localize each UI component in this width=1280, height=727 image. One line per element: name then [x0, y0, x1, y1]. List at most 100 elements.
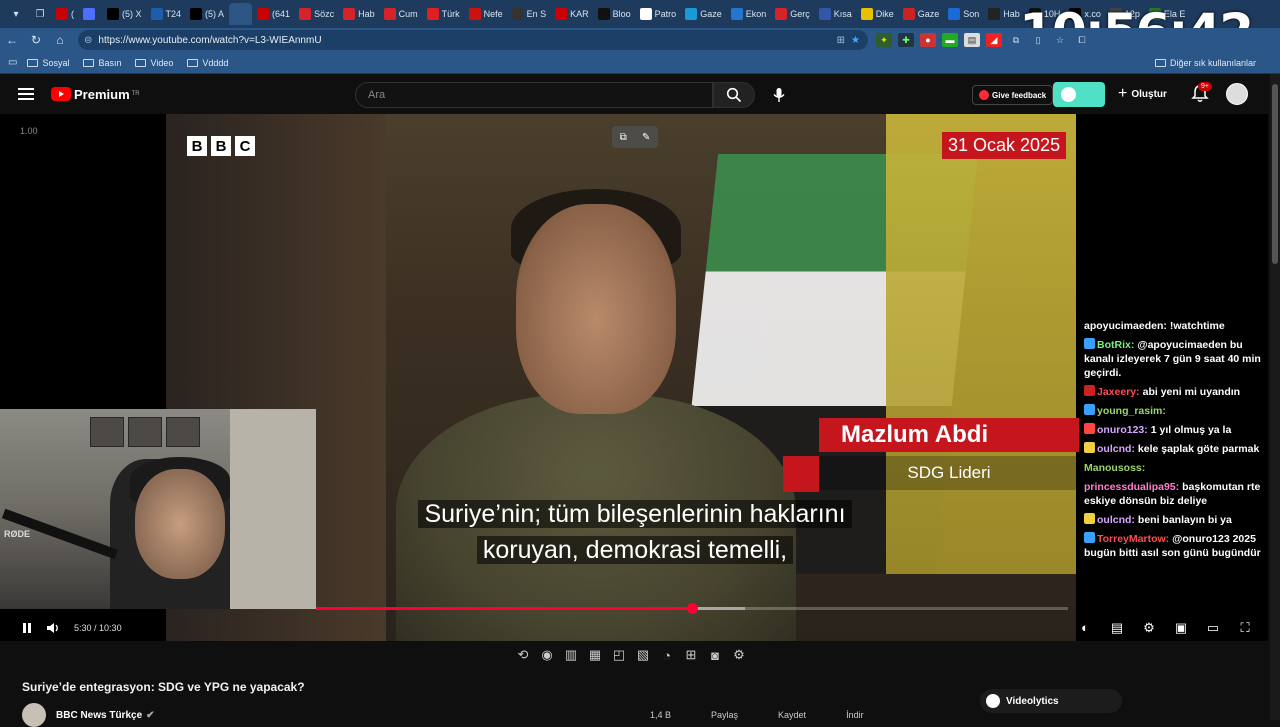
videolytics-button[interactable]: Videolytics [980, 689, 1122, 713]
avatar[interactable] [1226, 83, 1248, 105]
scrollbar-thumb[interactable] [1272, 84, 1278, 264]
like-button[interactable]: 1,4 B [650, 710, 671, 720]
theater-mode-icon[interactable]: ▭ [1200, 617, 1226, 639]
browser-tab[interactable]: Patro [636, 3, 681, 25]
miniplayer-icon[interactable]: ▣ [1168, 617, 1194, 639]
bookmark-folder[interactable]: Video [135, 58, 173, 68]
chat-username[interactable]: onuro123: [1097, 424, 1148, 436]
progress-bar[interactable] [316, 603, 1068, 614]
create-button[interactable]: + Oluştur [1118, 85, 1167, 103]
chat-username[interactable]: oulcnd: [1097, 514, 1135, 526]
collections-icon[interactable]: ⧠ [1074, 33, 1090, 47]
browser-tab[interactable]: Nefe [465, 3, 507, 25]
cinema-icon[interactable]: ▥ [563, 646, 579, 664]
give-feedback-button[interactable]: Give feedback [972, 85, 1054, 105]
other-bookmarks[interactable]: Diğer sık kullanılanlar [1154, 58, 1256, 68]
browser-tab[interactable]: Kısa [815, 3, 856, 25]
download-button[interactable]: İndir [846, 710, 864, 720]
scrubber-handle[interactable] [687, 603, 698, 614]
edit-icon[interactable]: ✎ [642, 132, 650, 143]
extension-icon[interactable]: ● [920, 33, 936, 47]
frame-icon[interactable]: ▦ [587, 646, 603, 664]
plus-box-icon[interactable]: ⊞ [683, 646, 699, 664]
browser-tab[interactable]: Hab [339, 3, 379, 25]
browser-tab[interactable]: Gerç [771, 3, 814, 25]
chat-username[interactable]: BotRix: [1097, 339, 1134, 351]
chat-username[interactable]: young_rasim: [1097, 405, 1166, 417]
settings-gear-icon[interactable]: ⚙ [1136, 617, 1162, 639]
chat-username[interactable]: Jaxeery: [1097, 386, 1140, 398]
chat-username[interactable]: TorreyMartow: [1097, 533, 1169, 545]
bookmark-folder[interactable]: Vdddd [187, 58, 228, 68]
picture-in-picture-icon[interactable]: ⧉ [620, 132, 627, 143]
browser-tab[interactable]: ( [52, 3, 78, 25]
loop-icon[interactable]: ⟲ [515, 646, 531, 664]
aspect-icon[interactable]: ▧ [635, 646, 651, 664]
browser-tab[interactable]: En S [508, 3, 551, 25]
browser-tab[interactable] [229, 3, 253, 25]
browser-tab[interactable]: Son [944, 3, 983, 25]
extension-icon[interactable]: ▬ [942, 33, 958, 47]
bookmark-folder[interactable]: Basın [83, 58, 121, 68]
workspaces-icon[interactable]: ❐ [31, 5, 49, 23]
favorites-icon[interactable]: ☆ [1052, 33, 1068, 47]
share-button[interactable]: Paylaş [711, 710, 738, 720]
home-icon[interactable]: ⌂ [48, 29, 72, 51]
captions-button[interactable]: ▤ [1104, 617, 1130, 639]
browser-tab[interactable]: Bloo [594, 3, 635, 25]
browser-tab[interactable]: Gaze [899, 3, 944, 25]
youtube-logo[interactable]: Premium TR [51, 87, 140, 102]
autoplay-toggle[interactable]: ◐ [1072, 617, 1098, 639]
chat-username[interactable]: apoyucimaeden: [1084, 320, 1167, 332]
search-button[interactable] [713, 82, 755, 108]
gear-icon[interactable]: ⚙ [731, 646, 747, 664]
split-screen-icon[interactable]: ▯ [1030, 33, 1046, 47]
browser-tab[interactable]: Ekon [727, 3, 771, 25]
bookmark-folder[interactable]: Sosyal [27, 58, 69, 68]
extension-icon[interactable]: ✚ [898, 33, 914, 47]
video-player[interactable]: 1.00 B B C 31 Ocak 2025 ⧉ ✎ Mazlum Abdi … [0, 114, 1268, 641]
back-icon[interactable]: ← [0, 29, 24, 51]
browser-tab[interactable]: Dike [857, 3, 898, 25]
extension-toggle[interactable] [1053, 82, 1105, 107]
browser-tab[interactable] [79, 3, 102, 25]
chat-username[interactable]: Manousoss: [1084, 462, 1145, 474]
chat-username[interactable]: princessdualipa95: [1084, 481, 1179, 493]
bookmark-star-icon[interactable]: ★ [851, 35, 860, 46]
search-input[interactable]: Ara [355, 82, 713, 108]
pause-button[interactable] [14, 617, 40, 639]
browser-tab[interactable]: T24 [147, 3, 186, 25]
speed-icon[interactable]: ◔ [659, 646, 675, 664]
site-info-icon[interactable]: ⊜ [84, 35, 92, 46]
browser-tab[interactable]: KAR [551, 3, 593, 25]
page-scrollbar[interactable] [1270, 74, 1280, 720]
screenshot-icon[interactable]: ◙ [707, 646, 723, 664]
extension-icon[interactable]: ▤ [964, 33, 980, 47]
hamburger-menu-icon[interactable] [18, 85, 34, 103]
browser-tab[interactable]: Cum [380, 3, 422, 25]
fullscreen-icon[interactable]: ⛶ [1232, 617, 1258, 639]
volume-button[interactable] [40, 617, 66, 639]
channel-avatar[interactable] [22, 703, 46, 727]
extension-icon[interactable]: ◢ [986, 33, 1002, 47]
voice-search-button[interactable] [766, 82, 792, 108]
browser-tab[interactable]: Hab [984, 3, 1024, 25]
browser-tab[interactable]: (641 [253, 3, 294, 25]
browser-tab[interactable]: (5) A [186, 3, 228, 25]
refresh-icon[interactable]: ↻ [24, 29, 48, 51]
app-install-icon[interactable]: ⊞ [837, 35, 845, 46]
address-bar[interactable]: ⊜ https://www.youtube.com/watch?v=L3-WIE… [78, 30, 868, 50]
expand-icon[interactable]: ◰ [611, 646, 627, 664]
audio-icon[interactable]: ◉ [539, 646, 555, 664]
chat-username[interactable]: oulcnd: [1097, 443, 1135, 455]
save-button[interactable]: Kaydet [778, 710, 806, 720]
extension-icon[interactable]: ✦ [876, 33, 892, 47]
browser-tab[interactable]: (5) X [103, 3, 146, 25]
browser-tab[interactable]: Sözc [295, 3, 338, 25]
browser-tab[interactable]: Gaze [681, 3, 726, 25]
extensions-puzzle-icon[interactable]: ⧉ [1008, 33, 1024, 47]
browser-tab[interactable]: Türk [423, 3, 464, 25]
tab-list-icon[interactable]: ▾ [7, 5, 25, 23]
channel-name[interactable]: BBC News Türkçe [56, 710, 142, 721]
sidebar-toggle-icon[interactable]: ▭ [8, 57, 17, 68]
